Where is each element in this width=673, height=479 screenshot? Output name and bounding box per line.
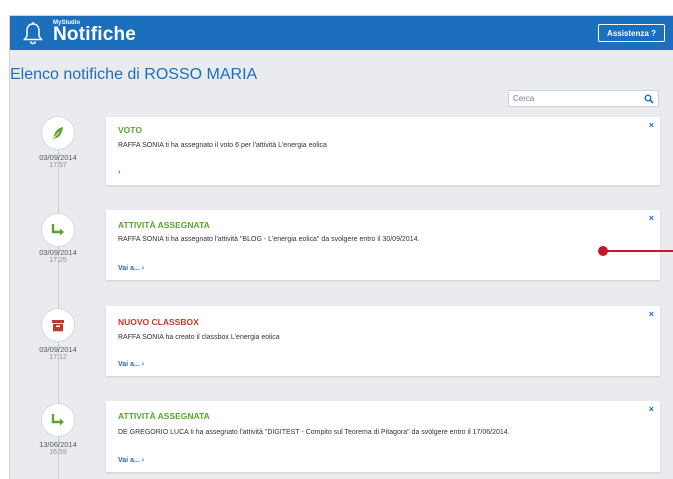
notification-title: NUOVO CLASSBOX: [118, 317, 199, 327]
annotation-pointer-line: [604, 250, 673, 252]
close-icon[interactable]: ×: [649, 213, 654, 223]
page-title: Elenco notifiche di ROSSO MARIA: [10, 66, 258, 83]
notification-icon-circle: [42, 404, 74, 436]
arrow-turn-right-icon: [51, 414, 64, 426]
search-box: [508, 90, 659, 107]
notification-date: 03/09/2014: [39, 345, 77, 354]
close-icon[interactable]: ×: [649, 404, 654, 414]
annotation-pointer-dot: [598, 246, 608, 256]
notification-body: RAFFA SONIA ti ha assegnato il voto 6 pe…: [118, 142, 327, 149]
search-icon[interactable]: [644, 94, 654, 104]
notification-date: 03/09/2014: [39, 153, 77, 162]
notification-link[interactable]: ›: [118, 169, 120, 176]
feather-icon: [53, 127, 63, 139]
notification-card: × ATTIVITÀ ASSEGNATA RAFFA SONIA ti ha a…: [106, 210, 660, 280]
notification-card: × VOTO RAFFA SONIA ti ha assegnato il vo…: [106, 117, 660, 185]
notification-title: VOTO: [118, 125, 142, 135]
help-button[interactable]: Assistenza ?: [598, 24, 665, 42]
notification-body: RAFFA SONIA ha creato il classbox L'ener…: [118, 334, 280, 341]
notification-icon-circle: [42, 117, 74, 149]
notification-time: 16:59: [49, 449, 67, 456]
close-icon[interactable]: ×: [649, 309, 654, 319]
search-input[interactable]: [513, 92, 633, 105]
notification-title: ATTIVITÀ ASSEGNATA: [118, 411, 210, 421]
notification-icon-circle: [42, 309, 74, 341]
notification-time: 17:57: [49, 162, 67, 169]
notification-card: × NUOVO CLASSBOX RAFFA SONIA ha creato i…: [106, 306, 660, 376]
bell-icon: [23, 22, 43, 45]
notification-link[interactable]: Vai a... ›: [118, 361, 144, 368]
app-title: Notifiche: [53, 24, 137, 45]
notification-icon-circle: [42, 214, 74, 246]
notification-date: 03/09/2014: [39, 248, 77, 257]
close-icon[interactable]: ×: [649, 120, 654, 130]
archive-box-icon: [52, 319, 64, 331]
top-bar: MyStudio Notifiche Assistenza ?: [10, 16, 673, 50]
app-frame: MyStudio Notifiche Assistenza ? Elenco n…: [10, 16, 673, 479]
notification-card: × ATTIVITÀ ASSEGNATA DE GREGORIO LUCA ti…: [106, 401, 660, 472]
notification-link[interactable]: Vai a... ›: [118, 457, 144, 464]
notification-time: 17:12: [49, 354, 67, 361]
notification-body: DE GREGORIO LUCA ti ha assegnato l'attiv…: [118, 429, 510, 436]
notification-body: RAFFA SONIA ti ha assegnato l'attività "…: [118, 236, 420, 243]
notification-link[interactable]: Vai a... ›: [118, 265, 144, 272]
notification-title: ATTIVITÀ ASSEGNATA: [118, 220, 210, 230]
notification-date: 13/06/2014: [39, 440, 77, 449]
arrow-turn-right-icon: [51, 224, 64, 236]
notification-time: 17:25: [49, 257, 67, 264]
